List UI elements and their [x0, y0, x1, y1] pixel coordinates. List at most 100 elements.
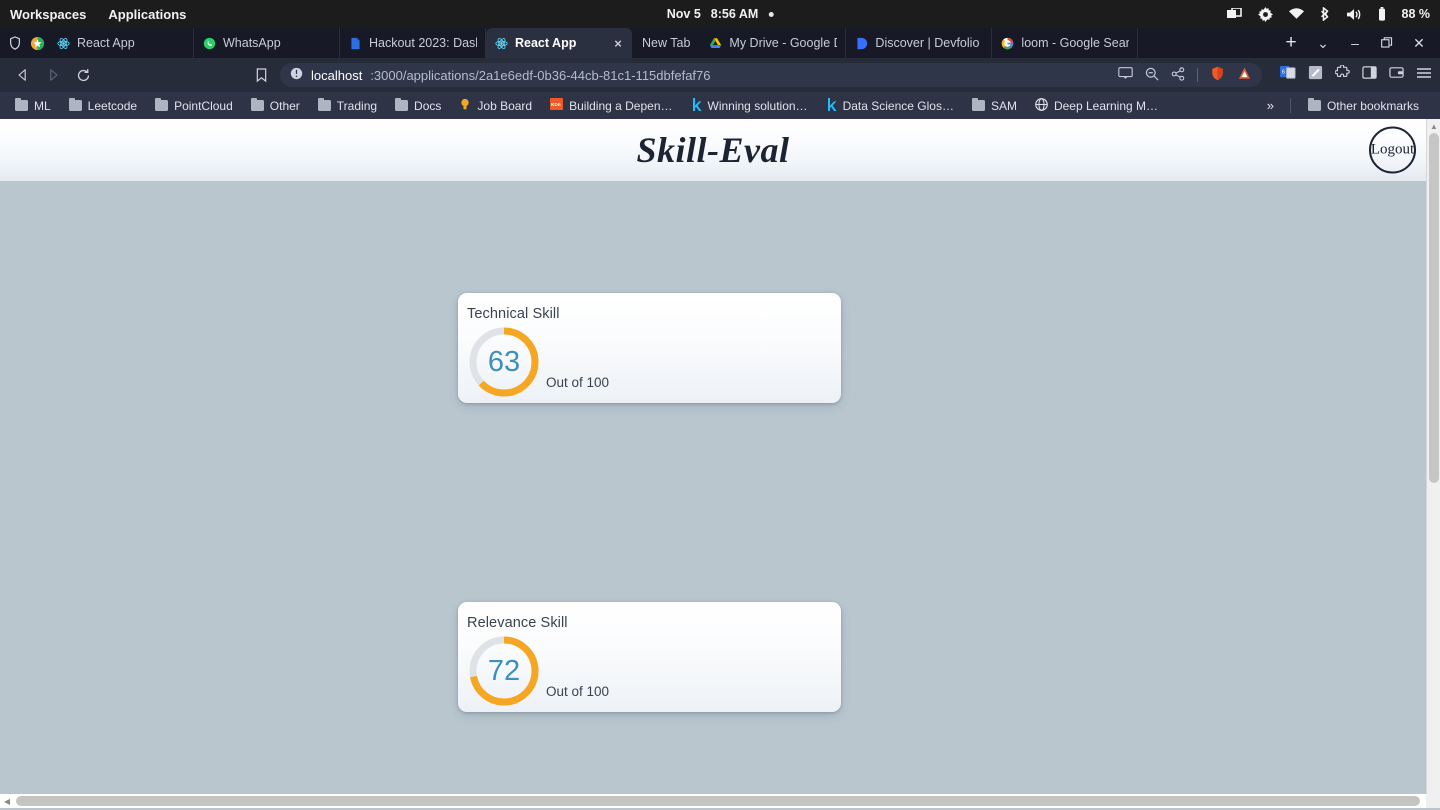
- bookmarks-overflow-button[interactable]: »: [1259, 98, 1282, 113]
- browser-tab[interactable]: Hackout 2023: Dashb: [340, 28, 486, 58]
- logout-button[interactable]: Logout: [1369, 126, 1416, 174]
- react-icon: [494, 36, 508, 50]
- reload-icon[interactable]: [68, 60, 98, 90]
- bookmark-icon[interactable]: [246, 60, 276, 90]
- tab-title: My Drive - Google Dr: [729, 36, 838, 50]
- os-date: Nov 5: [666, 7, 701, 21]
- wifi-icon[interactable]: [1288, 8, 1304, 20]
- navigation-bar: localhost :3000/applications/2a1e6edf-0b3…: [0, 58, 1440, 92]
- bookmark-label: SAM: [990, 98, 1017, 113]
- horizontal-scrollbar[interactable]: ◀: [0, 794, 1440, 808]
- brave-leo-icon[interactable]: [1237, 66, 1252, 84]
- gauge-relevance-skill: 72: [466, 633, 542, 709]
- svg-text:KDn: KDn: [551, 102, 561, 107]
- close-icon[interactable]: ×: [612, 36, 624, 51]
- bookmark-label: Job Board: [477, 98, 533, 113]
- bookmark-item[interactable]: Leetcode: [60, 92, 146, 119]
- bookmark-label: Deep Learning M…: [1053, 98, 1159, 113]
- bookmark-label: Winning solution…: [707, 98, 808, 113]
- url-path: :3000/applications/2a1e6edf-0b36-44cb-81…: [370, 67, 711, 83]
- extensions-puzzle-icon[interactable]: [1334, 64, 1350, 85]
- kdnuggets-icon: KDn: [550, 98, 564, 113]
- brave-vertical-tabs-icon[interactable]: [4, 28, 26, 58]
- browser-tab[interactable]: Discover | Devfolio: [846, 28, 993, 58]
- bookmark-item[interactable]: Job Board: [450, 92, 541, 119]
- tab-title: Hackout 2023: Dashb: [369, 36, 477, 50]
- bookmark-item[interactable]: Data Science Glos…: [817, 92, 963, 119]
- gauge-value: 72: [487, 654, 521, 687]
- kaggle-icon: [826, 97, 837, 114]
- bookmark-item[interactable]: Deep Learning M…: [1026, 92, 1167, 119]
- vertical-scrollbar[interactable]: ▲: [1426, 119, 1440, 808]
- scroll-up-icon[interactable]: ▲: [1427, 119, 1440, 133]
- browser-tab[interactable]: loom - Google Searc: [992, 28, 1139, 58]
- bookmark-item[interactable]: KDn Building a Depen…: [541, 92, 681, 119]
- browser-tab[interactable]: My Drive - Google Dr: [700, 28, 847, 58]
- new-tab-button[interactable]: +: [1276, 28, 1306, 58]
- applications-menu[interactable]: Applications: [108, 7, 186, 22]
- close-window-icon[interactable]: ✕: [1404, 28, 1434, 58]
- other-bookmarks-item[interactable]: Other bookmarks: [1299, 92, 1428, 119]
- bookmark-label: PointCloud: [174, 98, 233, 113]
- url-host: localhost: [311, 67, 363, 83]
- os-top-bar: Workspaces Applications Nov 5 8:56 AM 88…: [0, 0, 1440, 28]
- gauge-caption: Out of 100: [546, 684, 610, 699]
- folder-icon: [15, 97, 28, 111]
- main-content: Technical Skill 63 Out of 100 Relevance …: [0, 181, 1426, 808]
- bookmark-item[interactable]: PointCloud: [146, 92, 242, 119]
- tab-title: WhatsApp: [223, 36, 281, 50]
- os-clock: Nov 5 8:56 AM: [667, 7, 774, 21]
- bookmark-label: Data Science Glos…: [842, 98, 954, 113]
- wallet-icon[interactable]: [1389, 65, 1404, 85]
- share-icon[interactable]: [1171, 66, 1185, 84]
- bluetooth-icon[interactable]: [1320, 7, 1331, 21]
- forward-icon[interactable]: [38, 60, 68, 90]
- browser-tab[interactable]: New Tab: [632, 28, 700, 58]
- brave-shields-icon[interactable]: [1210, 66, 1225, 84]
- bookmark-item[interactable]: ML: [6, 92, 60, 119]
- bookmark-item[interactable]: Trading: [309, 92, 386, 119]
- browser-tab[interactable]: WhatsApp: [194, 28, 340, 58]
- tab-search-chevron-down-icon[interactable]: ⌄: [1308, 28, 1338, 58]
- document-icon: [348, 36, 362, 50]
- brave-rewards-icon[interactable]: [26, 28, 48, 58]
- app-header: Skill-Eval Logout: [0, 119, 1426, 181]
- horizontal-scroll-thumb[interactable]: [16, 796, 1420, 806]
- vertical-scroll-thumb[interactable]: [1429, 133, 1439, 483]
- info-icon[interactable]: [290, 67, 303, 83]
- tab-title: React App: [77, 36, 135, 50]
- cast-icon[interactable]: [1118, 67, 1133, 83]
- tab-title: loom - Google Searc: [1021, 36, 1130, 50]
- folder-icon: [395, 97, 409, 111]
- whatsapp-icon: [202, 36, 216, 50]
- battery-icon[interactable]: [1378, 7, 1386, 21]
- gear-icon[interactable]: [1257, 6, 1273, 22]
- browser-tab-active[interactable]: React App ×: [486, 28, 632, 58]
- scroll-left-icon[interactable]: ◀: [0, 794, 14, 808]
- screencast-icon[interactable]: [1226, 7, 1242, 21]
- minimize-icon[interactable]: –: [1340, 28, 1370, 58]
- zoom-out-icon[interactable]: [1145, 67, 1159, 84]
- folder-icon: [155, 97, 169, 111]
- omnibox-divider: [1197, 68, 1198, 82]
- folder-icon: [68, 97, 82, 111]
- volume-icon[interactable]: [1346, 8, 1362, 21]
- skill-card-technical: Technical Skill 63 Out of 100: [458, 293, 841, 403]
- bookmark-item[interactable]: Other: [242, 92, 309, 119]
- sidebar-icon[interactable]: [1362, 65, 1377, 85]
- browser-tab[interactable]: React App: [48, 28, 194, 58]
- bookmark-item[interactable]: Docs: [386, 92, 450, 119]
- back-icon[interactable]: [8, 60, 38, 90]
- notes-icon[interactable]: [1308, 65, 1323, 85]
- office-editing-icon[interactable]: 6: [1280, 65, 1296, 85]
- react-icon: [56, 36, 70, 50]
- scrollbar-corner: [1426, 794, 1440, 808]
- workspaces-menu[interactable]: Workspaces: [10, 7, 86, 22]
- bookmark-item[interactable]: SAM: [963, 92, 1026, 119]
- address-bar[interactable]: localhost :3000/applications/2a1e6edf-0b3…: [280, 63, 1262, 87]
- bookmark-item[interactable]: Winning solution…: [682, 92, 817, 119]
- menu-hamburger-icon[interactable]: [1416, 66, 1432, 85]
- battery-percent: 88 %: [1401, 7, 1431, 21]
- maximize-icon[interactable]: [1372, 28, 1402, 58]
- other-bookmarks-label: Other bookmarks: [1326, 98, 1419, 113]
